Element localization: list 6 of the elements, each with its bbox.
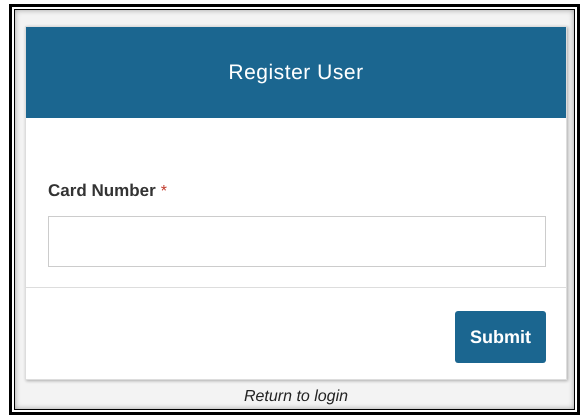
return-to-login-link[interactable]: Return to login (244, 385, 348, 409)
card-title: Register User (228, 60, 364, 86)
field-label: Card Number (48, 180, 156, 202)
card-number-field[interactable] (48, 216, 546, 267)
required-mark: * (160, 182, 167, 202)
submit-button[interactable]: Submit (455, 311, 546, 363)
